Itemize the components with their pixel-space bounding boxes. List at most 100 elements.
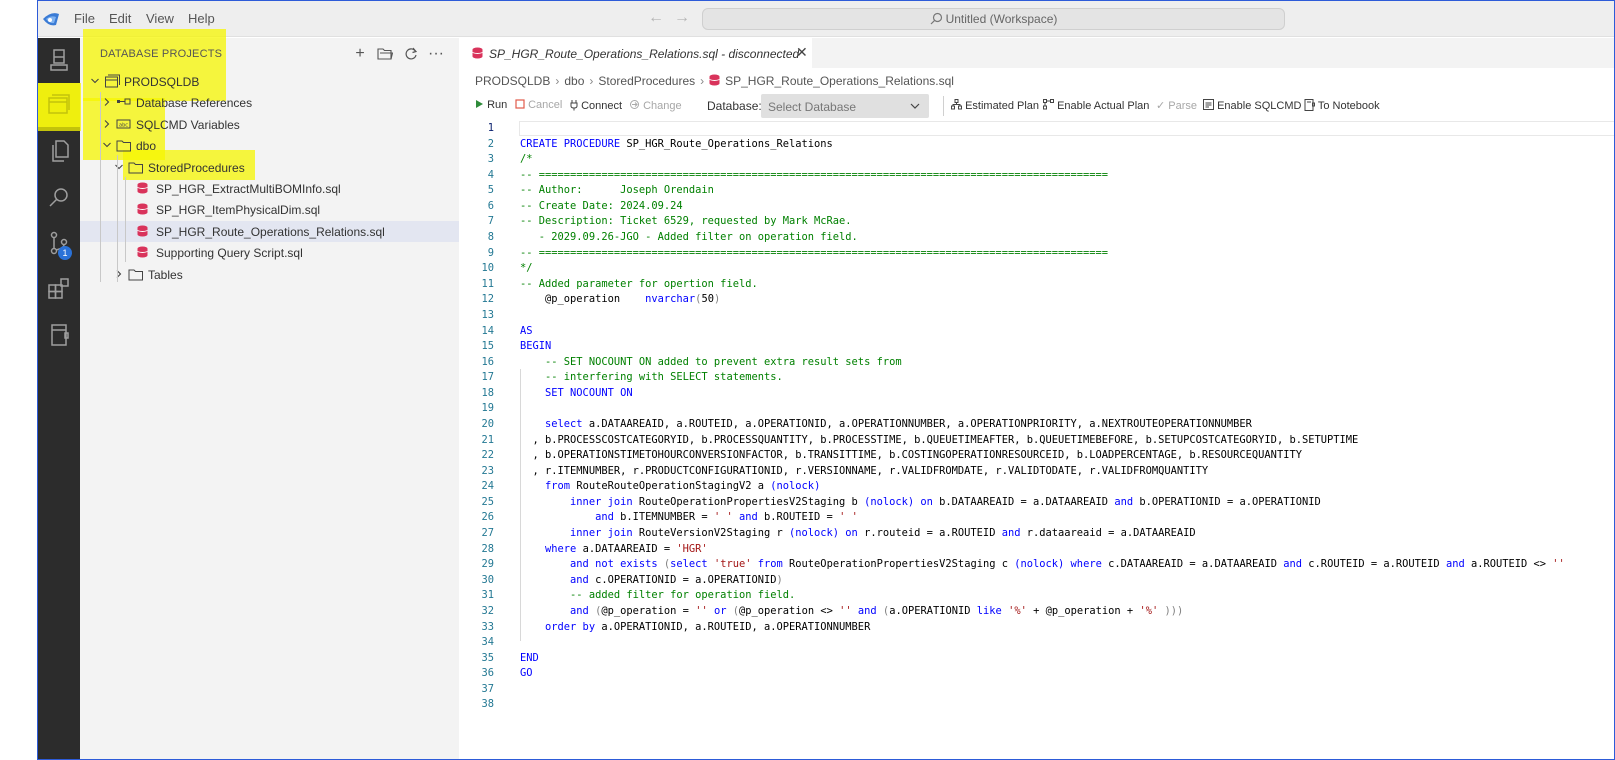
code-text: SET NOCOUNT ON (520, 386, 633, 399)
line-number: 25 (481, 495, 494, 508)
query-toolbar: Run Cancel Connect Change Database: Sele… (459, 94, 1614, 118)
code-text: */ (520, 262, 533, 275)
breadcrumb-item[interactable]: PRODSQLDB (475, 74, 550, 88)
code-text: -- SET NOCOUNT ON added to prevent extra… (520, 355, 902, 368)
close-tab-icon[interactable]: ✕ (796, 44, 808, 61)
line-number: 31 (481, 589, 494, 602)
sql-file-icon (137, 246, 148, 258)
line-number: 11 (481, 277, 494, 290)
code-text: inner join RouteOperationPropertiesV2Sta… (520, 495, 1321, 508)
line-number: 15 (481, 340, 494, 353)
connect-label: Connect (581, 100, 623, 112)
activity-bar: 1 (38, 38, 80, 759)
connect-button[interactable]: Connect (570, 99, 622, 112)
chevron-down-icon[interactable] (102, 140, 112, 150)
variables-icon: abc (116, 119, 131, 129)
command-center[interactable]: Untitled (Workspace) (702, 8, 1285, 30)
activity-explorer[interactable] (38, 129, 80, 173)
cancel-button[interactable]: Cancel (515, 99, 562, 111)
check-icon: ✓ (1156, 100, 1166, 112)
code-text: and c.OPERATIONID = a.OPERATIONID) (520, 573, 783, 586)
activity-notebooks[interactable] (38, 313, 80, 357)
line-number: 1 (487, 122, 494, 134)
references-icon (117, 98, 131, 105)
chevron-down-icon[interactable] (90, 76, 100, 86)
breadcrumb-item[interactable]: SP_HGR_Route_Operations_Relations.sql (725, 74, 954, 88)
code-text: -- =====================================… (520, 168, 1109, 181)
tree-item[interactable]: SP_HGR_Route_Operations_Relations.sql (80, 220, 459, 242)
new-project-button[interactable]: + (348, 43, 372, 65)
tree-item[interactable]: SP_HGR_ItemPhysicalDim.sql (80, 199, 459, 220)
editor-tab-bar: SP_HGR_Route_Operations_Relations.sql - … (459, 38, 1614, 68)
line-number: 17 (481, 371, 494, 384)
nav-forward-icon[interactable]: → (674, 9, 690, 27)
tree-indent-guide (125, 177, 126, 262)
activity-extensions[interactable] (38, 267, 80, 311)
parse-button[interactable]: ✓ Parse (1156, 99, 1197, 112)
code-editor[interactable]: 1 2 CREATE PROCEDURE SP_HGR_Route_Operatio… (459, 120, 1614, 759)
run-button[interactable]: Run (475, 99, 507, 111)
change-connection-button[interactable]: Change (629, 99, 682, 112)
sqlcmd-icon (1203, 99, 1214, 110)
tree-item[interactable]: dbo (80, 135, 459, 156)
tree-item-label: SP_HGR_Route_Operations_Relations.sql (156, 224, 385, 239)
more-actions-button[interactable]: ··· (424, 43, 448, 65)
to-notebook-button[interactable]: To Notebook (1304, 99, 1380, 112)
open-project-button[interactable] (373, 43, 397, 65)
svg-text:abc: abc (119, 122, 128, 128)
change-connection-icon (630, 100, 639, 109)
chevron-down-icon[interactable] (114, 162, 124, 172)
activity-source-control[interactable]: 1 (38, 221, 80, 265)
chevron-right-icon[interactable] (102, 119, 112, 129)
refresh-button[interactable] (399, 43, 423, 65)
tree-item[interactable]: SP_HGR_ExtractMultiBOMInfo.sql (80, 178, 459, 199)
run-label: Run (487, 99, 508, 111)
activity-connections[interactable] (38, 38, 80, 82)
menu-view[interactable]: View (146, 11, 174, 26)
breadcrumb-item[interactable]: StoredProcedures (598, 74, 695, 88)
tree-item[interactable]: Database References (80, 92, 459, 113)
enable-sqlcmd-button[interactable]: Enable SQLCMD (1203, 99, 1301, 112)
line-number: 12 (481, 293, 494, 306)
code-text: and b.ITEMNUMBER = ' ' and b.ROUTEID = '… (520, 511, 858, 524)
activity-search[interactable] (38, 175, 80, 219)
nav-back-icon[interactable]: ← (648, 9, 664, 27)
files-icon (52, 140, 69, 162)
folder-icon (128, 269, 143, 281)
database-label: Database: (707, 99, 762, 113)
line-number: 36 (481, 667, 494, 680)
line-number: 22 (481, 449, 494, 462)
tree-item[interactable]: Supporting Query Script.sql (80, 242, 459, 263)
editor-area: SP_HGR_Route_Operations_Relations.sql - … (459, 38, 1614, 759)
tree-item-label: StoredProcedures (148, 160, 245, 175)
tree-item[interactable]: PRODSQLDB (80, 71, 459, 92)
menu-edit[interactable]: Edit (109, 11, 131, 26)
estimated-plan-label: Estimated Plan (965, 100, 1040, 112)
menu-help[interactable]: Help (188, 11, 215, 26)
change-label: Change (643, 100, 682, 112)
line-number: 7 (487, 215, 494, 228)
database-select[interactable]: Select Database (761, 94, 929, 118)
breadcrumb: PRODSQLDB › dbo › StoredProcedures › SP_HGR_Ro… (475, 74, 954, 88)
actual-plan-label: Enable Actual Plan (1057, 100, 1150, 112)
plus-icon: + (355, 45, 365, 62)
chevron-right-icon[interactable] (102, 97, 112, 107)
refresh-icon (405, 47, 418, 60)
sql-file-icon (137, 182, 148, 194)
tree-item[interactable]: abc SQLCMD Variables (80, 114, 459, 135)
code-text: GO (520, 667, 533, 680)
sql-file-icon (709, 74, 720, 86)
code-text: END (520, 651, 539, 664)
code-text: , b.OPERATIONSTIMETOHOURCONVERSIONFACTOR… (520, 449, 1302, 462)
tree-item[interactable]: Tables (80, 264, 459, 285)
estimated-plan-button[interactable]: Estimated Plan (951, 99, 1039, 112)
editor-tab[interactable]: SP_HGR_Route_Operations_Relations.sql - … (459, 38, 812, 68)
actual-plan-button[interactable]: Enable Actual Plan (1043, 99, 1149, 112)
menu-file[interactable]: File (74, 11, 95, 26)
command-center-label: Untitled (Workspace) (945, 12, 1058, 26)
breadcrumb-item[interactable]: dbo (564, 74, 584, 88)
code-text: CREATE PROCEDURE SP_HGR_Route_Operations… (520, 137, 833, 150)
chevron-right-icon[interactable] (114, 269, 124, 279)
search-icon (49, 188, 68, 207)
tree-item[interactable]: StoredProcedures (80, 157, 459, 178)
